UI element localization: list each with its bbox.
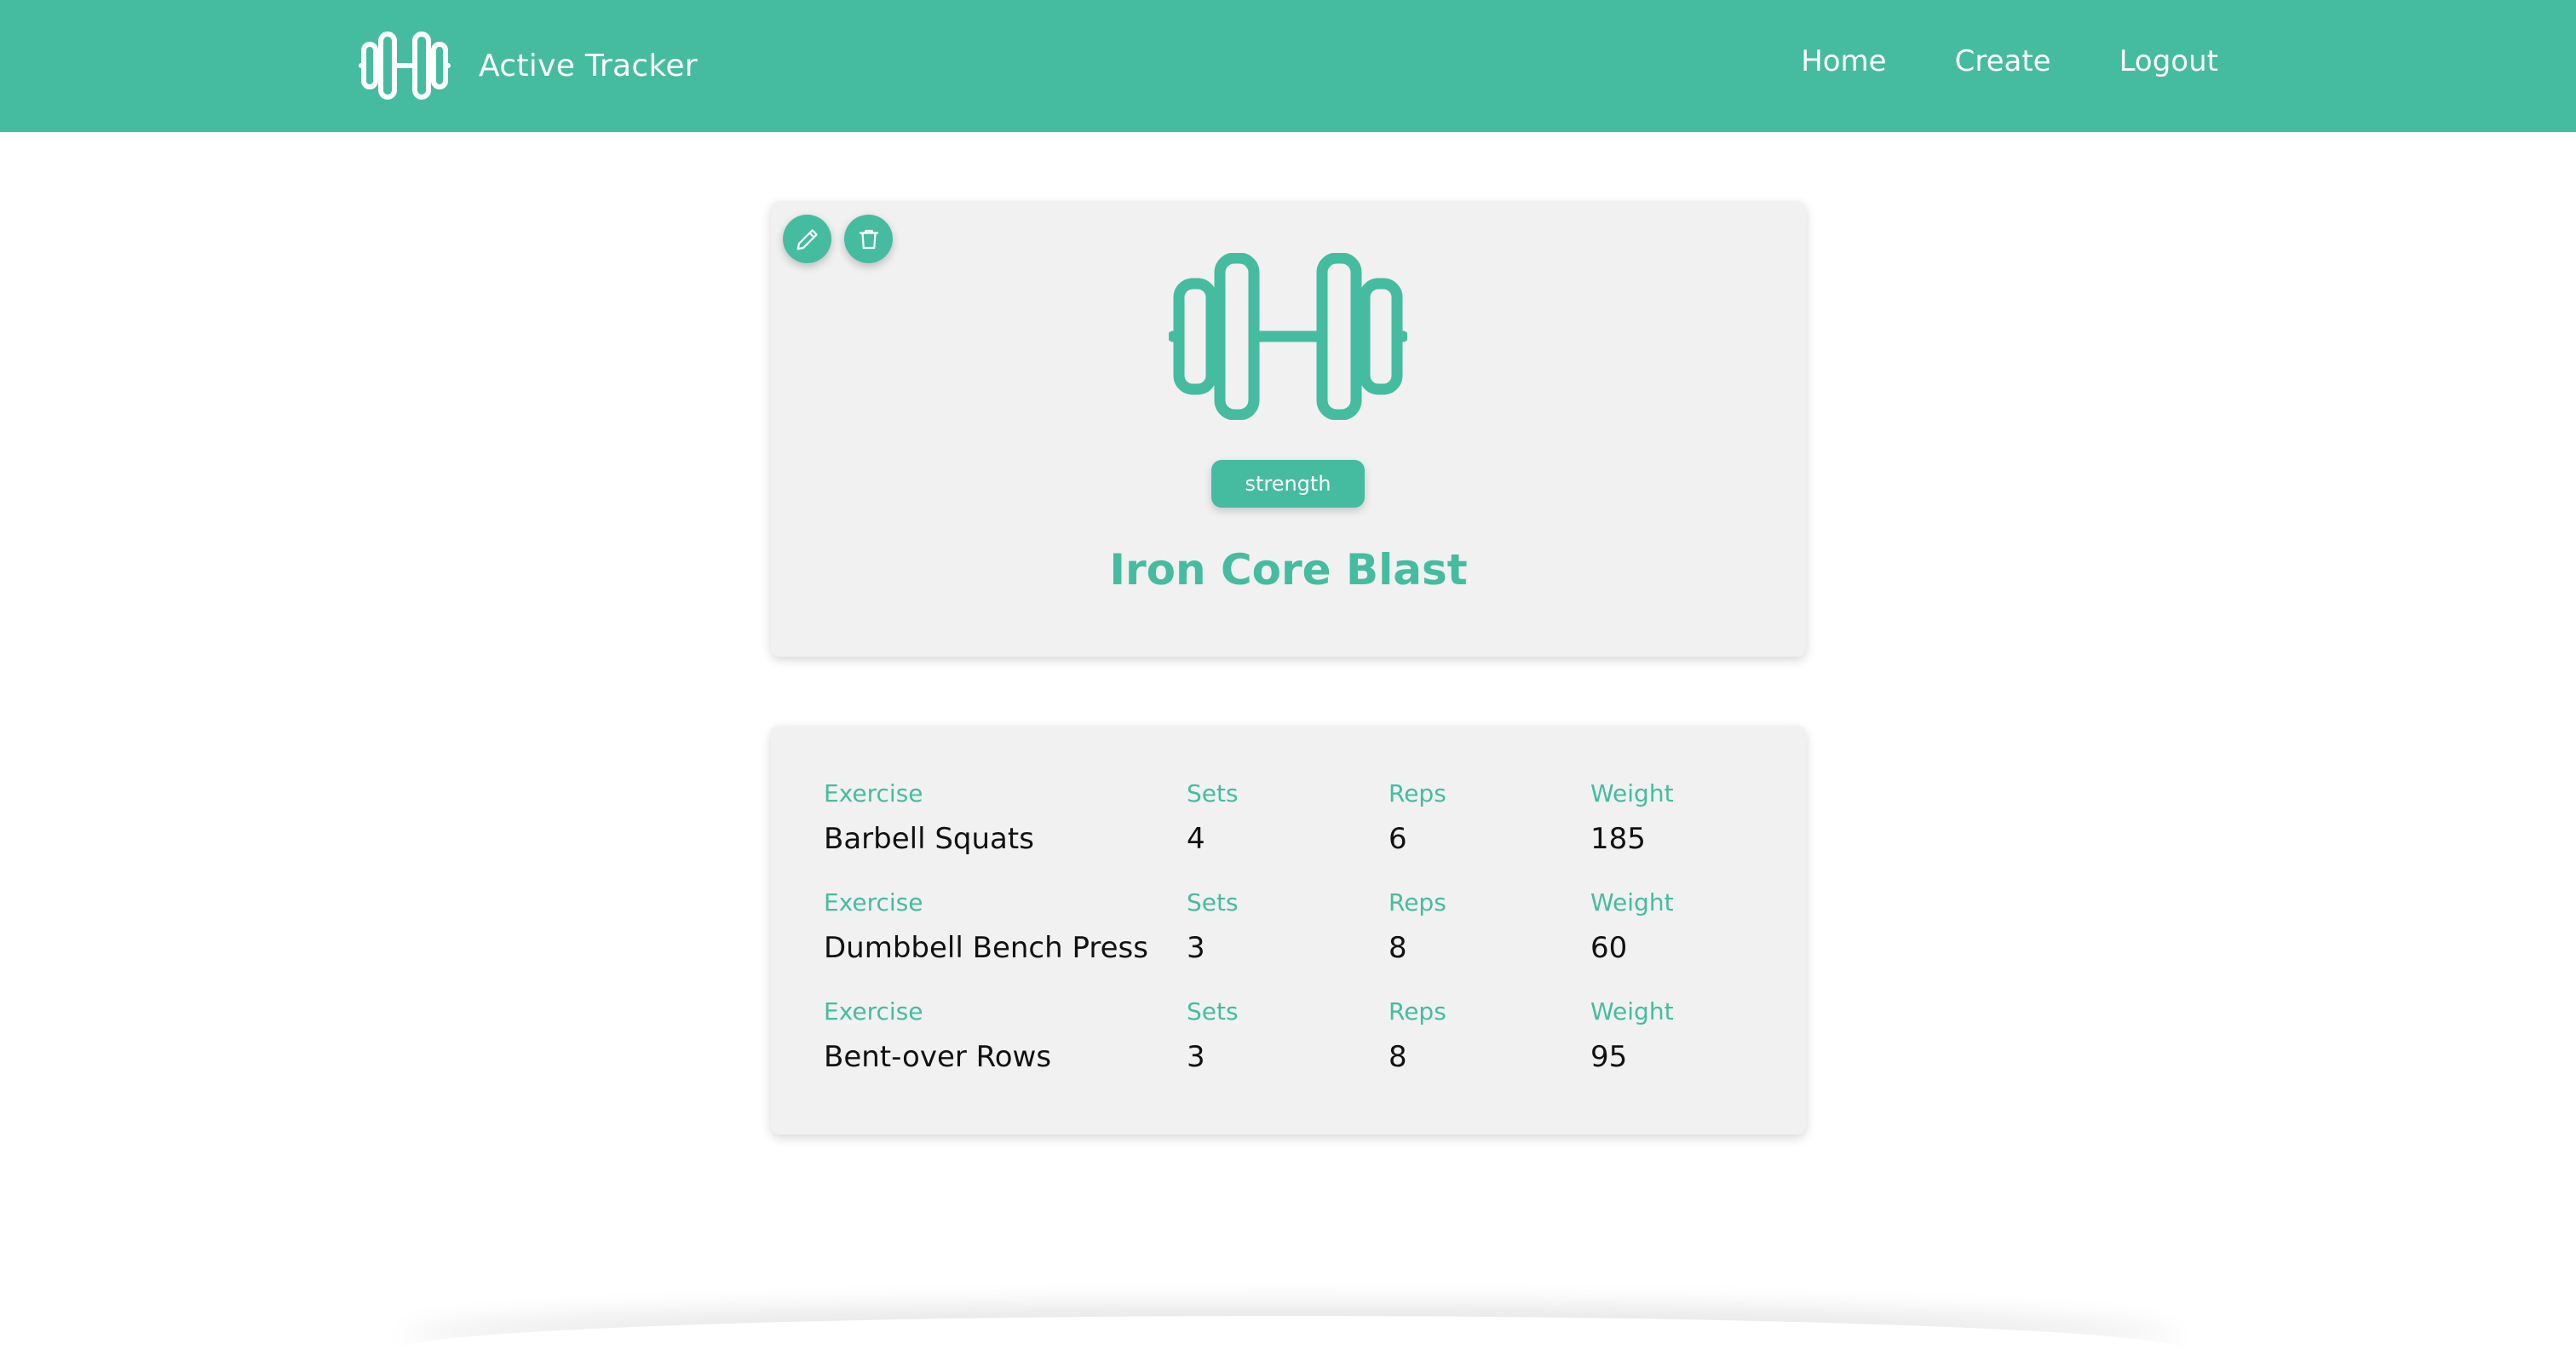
sets-cell: Sets 3 (1187, 997, 1239, 1074)
exercise-label: Exercise (824, 888, 923, 916)
pencil-icon (796, 228, 818, 250)
weight-value: 60 (1590, 931, 1628, 965)
weight-label: Weight (1590, 779, 1674, 807)
weight-cell: Weight 95 (1590, 997, 1674, 1074)
sets-cell: Sets 3 (1187, 888, 1239, 965)
weight-label: Weight (1590, 997, 1674, 1025)
reps-cell: Reps 6 (1389, 779, 1446, 856)
exercise-row: Exercise Dumbbell Bench Press Sets 3 Rep… (824, 888, 1761, 982)
dumbbell-icon (1169, 253, 1407, 420)
weight-label: Weight (1590, 888, 1674, 916)
weight-cell: Weight 185 (1590, 779, 1674, 856)
brand[interactable]: Active Tracker (358, 31, 698, 101)
reps-label: Reps (1389, 779, 1446, 807)
exercise-value: Bent-over Rows (824, 1040, 1052, 1074)
category-badge: strength (1211, 460, 1365, 508)
workout-title: Iron Core Blast (1109, 545, 1468, 595)
exercise-label: Exercise (824, 779, 923, 807)
brand-title: Active Tracker (479, 48, 698, 83)
trash-icon (859, 229, 878, 249)
reps-cell: Reps 8 (1389, 888, 1446, 965)
reps-cell: Reps 8 (1389, 997, 1446, 1074)
edit-button[interactable] (783, 215, 831, 263)
footer-edge (400, 1316, 2181, 1350)
reps-value: 8 (1389, 1040, 1407, 1074)
sets-label: Sets (1187, 888, 1239, 916)
nav-create-link[interactable]: Create (1955, 44, 2051, 78)
sets-label: Sets (1187, 997, 1239, 1025)
sets-value: 3 (1187, 1040, 1205, 1074)
exercise-cell: Exercise Bent-over Rows (824, 997, 1051, 1074)
sets-label: Sets (1187, 779, 1239, 807)
top-navbar: Active Tracker Home Create Logout (0, 0, 2576, 132)
weight-cell: Weight 60 (1590, 888, 1674, 965)
exercise-row: Exercise Bent-over Rows Sets 3 Reps 8 We… (824, 997, 1761, 1091)
sets-value: 4 (1187, 822, 1205, 856)
reps-label: Reps (1389, 888, 1446, 916)
exercise-cell: Exercise Barbell Squats (824, 779, 1034, 856)
sets-cell: Sets 4 (1187, 779, 1239, 856)
exercise-value: Dumbbell Bench Press (824, 931, 1148, 965)
nav-logout-link[interactable]: Logout (2119, 44, 2218, 78)
exercise-value: Barbell Squats (824, 822, 1034, 856)
nav-links: Home Create Logout (1801, 44, 2218, 78)
weight-value: 185 (1590, 822, 1646, 856)
exercise-label: Exercise (824, 997, 923, 1025)
reps-label: Reps (1389, 997, 1446, 1025)
reps-value: 8 (1389, 931, 1407, 965)
dumbbell-icon (359, 32, 451, 100)
weight-value: 95 (1590, 1040, 1628, 1074)
exercise-cell: Exercise Dumbbell Bench Press (824, 888, 1148, 965)
delete-button[interactable] (844, 215, 893, 263)
exercise-row: Exercise Barbell Squats Sets 4 Reps 6 We… (824, 779, 1761, 873)
nav-home-link[interactable]: Home (1801, 44, 1886, 78)
reps-value: 6 (1389, 822, 1407, 856)
sets-value: 3 (1187, 931, 1205, 965)
